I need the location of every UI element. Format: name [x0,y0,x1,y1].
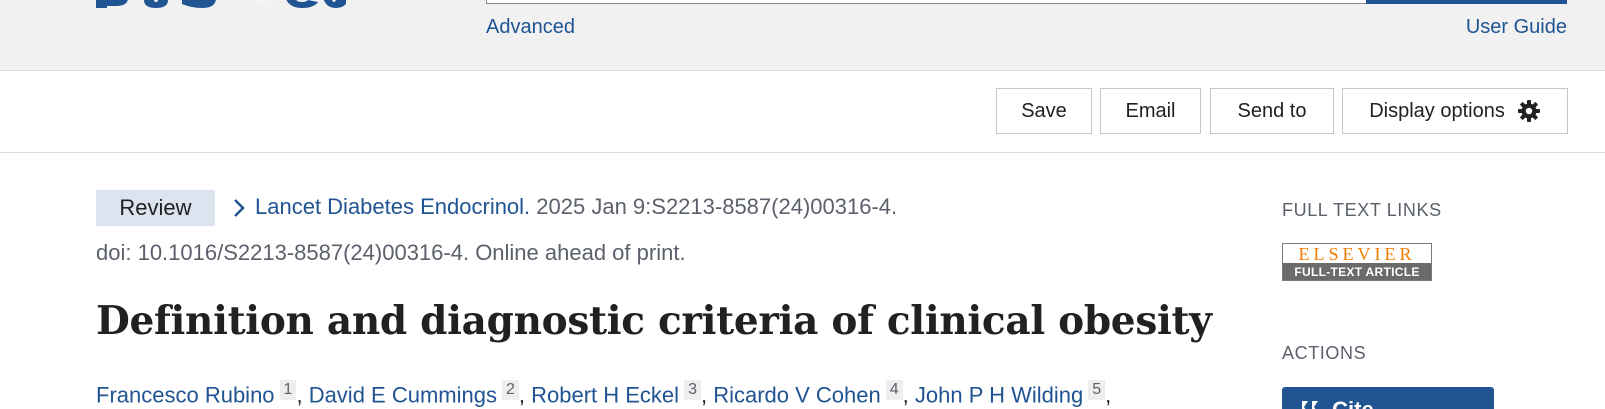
affiliation-marker[interactable]: 1 [279,380,297,400]
author-link[interactable]: David E Cummings [309,382,497,407]
affiliation-marker[interactable]: 2 [501,380,519,400]
quote-icon [1300,397,1326,409]
article-title: Definition and diagnostic criteria of cl… [96,298,1212,344]
gear-icon [1517,99,1541,123]
elsevier-full-text-link[interactable]: ELSEVIER FULL-TEXT ARTICLE [1282,243,1432,281]
email-button[interactable]: Email [1100,88,1201,134]
affiliation-marker[interactable]: 5 [1088,380,1106,400]
display-options-label: Display options [1369,99,1505,122]
citation-details: 2025 Jan 9:S2213-8587(24)00316-4. [530,194,898,219]
display-options-button[interactable]: Display options [1342,88,1568,134]
citation-line: Lancet Diabetes Endocrinol. 2025 Jan 9:S… [255,194,897,220]
cite-button-label: Cite [1332,397,1374,409]
save-button-label: Save [1021,99,1067,122]
save-button[interactable]: Save [996,88,1092,134]
doi-line: doi: 10.1016/S2213-8587(24)00316-4. Onli… [96,240,686,265]
author-link[interactable]: Francesco Rubino [96,382,275,407]
send-to-button[interactable]: Send to [1210,88,1334,134]
chevron-right-icon [232,197,246,219]
elsevier-logo-text: ELSEVIER [1283,244,1431,263]
journal-link[interactable]: Lancet Diabetes Endocrinol. [255,194,530,219]
cite-button[interactable]: Cite [1282,387,1494,409]
author-link[interactable]: Ricardo V Cohen [713,382,881,407]
elsevier-full-text-label: FULL-TEXT ARTICLE [1283,263,1431,280]
pubmed-logo[interactable] [96,0,346,26]
advanced-search-link[interactable]: Advanced [486,16,575,39]
search-input[interactable] [486,0,1393,4]
author-separator: , [902,382,915,408]
full-text-links-heading: FULL TEXT LINKS [1282,200,1442,220]
article-actions-bar: Save Email Send to Display options [0,71,1605,153]
email-button-label: Email [1125,99,1176,122]
authors-list: Francesco Rubino 1, David E Cummings 2, Ro… [96,380,1111,408]
author-separator: , [518,382,532,408]
affiliation-marker[interactable]: 3 [684,380,701,400]
author-link[interactable]: John P H Wilding [915,382,1083,407]
affiliation-marker[interactable]: 4 [885,380,903,400]
site-header: Advanced User Guide [0,0,1605,71]
author-separator: , [296,382,309,408]
author-link[interactable]: Robert H Eckel [531,382,679,407]
author-trailing-comma: , [1105,382,1112,408]
actions-heading: ACTIONS [1282,343,1367,363]
search-button[interactable] [1366,0,1567,4]
user-guide-link[interactable]: User Guide [1466,16,1567,39]
publication-type-tag: Review [96,190,215,226]
author-separator: , [700,382,714,408]
send-to-button-label: Send to [1237,99,1307,122]
